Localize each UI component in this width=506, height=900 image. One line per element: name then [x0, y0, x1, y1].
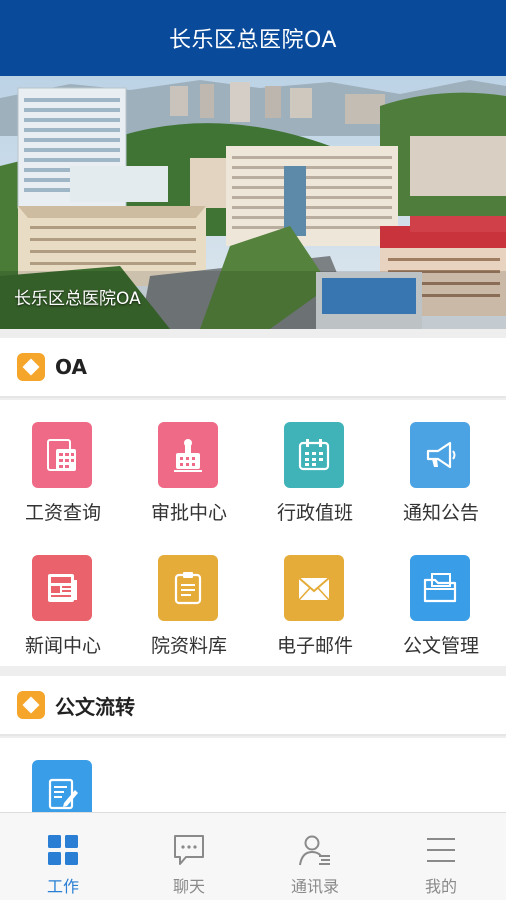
newspaper-icon: [32, 555, 92, 621]
tile-email[interactable]: 电子邮件: [252, 533, 378, 666]
hospital-banner[interactable]: 长乐区总医院OA: [0, 76, 506, 329]
folder-icon: [410, 555, 470, 621]
tab-label: 通讯录: [290, 877, 339, 896]
tab-label: 聊天: [172, 877, 205, 896]
document-flow-grid: [0, 738, 506, 812]
tab-mine[interactable]: 我的: [378, 813, 504, 900]
tile-label: 公文管理: [402, 635, 479, 657]
chat-icon: [174, 835, 204, 865]
tile-label: 审批中心: [150, 502, 227, 524]
tile-admin-duty[interactable]: 行政值班: [252, 400, 378, 533]
menu-icon: [427, 838, 455, 862]
page-title: 长乐区总医院OA: [169, 28, 337, 53]
tile-label: 电子邮件: [276, 635, 353, 657]
tile-approval-center[interactable]: 审批中心: [126, 400, 252, 533]
tab-chat[interactable]: 聊天: [126, 813, 252, 900]
tile-label: 院资料库: [150, 635, 227, 657]
grid-icon: [48, 835, 78, 865]
oa-app-grid: 工资查询 审批中心 行政值班 通知公告 新闻中心 院资料库 电子邮件 公文管理: [0, 400, 506, 666]
tile-hospital-library[interactable]: 院资料库: [126, 533, 252, 666]
tile-label: 通知公告: [402, 502, 479, 524]
section-title: 公文流转: [55, 694, 135, 719]
calendar-icon: [284, 422, 344, 488]
tile-label: 新闻中心: [24, 635, 101, 657]
tile-label: 行政值班: [276, 502, 353, 524]
contacts-icon: [299, 835, 330, 866]
tab-label: 我的: [424, 877, 457, 896]
stamp-icon: [158, 422, 218, 488]
diamond-icon: [17, 691, 45, 719]
app-header: 长乐区总医院OA: [0, 0, 506, 76]
section-title: OA: [55, 355, 87, 379]
section-header-document-flow: 公文流转: [0, 676, 506, 736]
diamond-icon: [17, 353, 45, 381]
envelope-icon: [284, 555, 344, 621]
tab-label: 工作: [46, 877, 79, 896]
banner-caption: 长乐区总医院OA: [14, 289, 141, 309]
tile-document-edit[interactable]: [0, 738, 126, 812]
tile-label: 工资查询: [24, 502, 101, 524]
tile-news-center[interactable]: 新闻中心: [0, 533, 126, 666]
bottom-tab-bar: 工作 聊天 通讯录 我的: [0, 812, 506, 900]
megaphone-icon: [410, 422, 470, 488]
document-edit-icon: [32, 760, 92, 812]
clipboard-icon: [158, 555, 218, 621]
tile-document-management[interactable]: 公文管理: [378, 533, 504, 666]
tab-contacts[interactable]: 通讯录: [252, 813, 378, 900]
salary-icon: [32, 422, 92, 488]
tile-notice-board[interactable]: 通知公告: [378, 400, 504, 533]
tile-salary-query[interactable]: 工资查询: [0, 400, 126, 533]
tab-work[interactable]: 工作: [0, 813, 126, 900]
section-header-oa: OA: [0, 338, 506, 398]
